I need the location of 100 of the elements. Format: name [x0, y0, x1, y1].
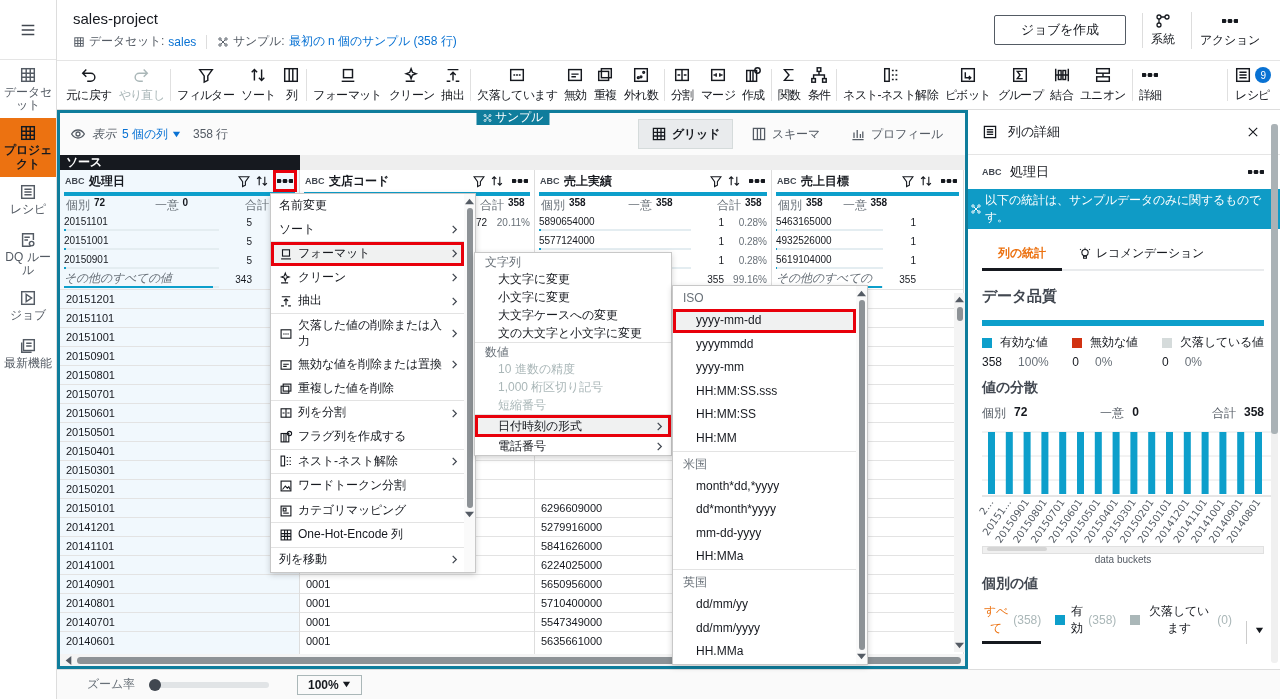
nav-item[interactable]: DQ ルール: [0, 224, 56, 284]
toolbar-button[interactable]: ソート: [238, 66, 279, 104]
vertical-scrollbar[interactable]: [1271, 124, 1278, 663]
lineage-button[interactable]: 系統: [1142, 12, 1183, 48]
sample-link[interactable]: 最初の n 個のサンプル (358 行): [288, 33, 457, 50]
toolbar-button[interactable]: 無効: [561, 66, 590, 104]
table-cell: 20140901: [60, 574, 299, 593]
sort-arrows-icon[interactable]: [255, 174, 269, 188]
toolbar-button[interactable]: フォーマット: [310, 66, 385, 104]
down-triangle-icon[interactable]: [955, 641, 964, 650]
down-triangle-icon[interactable]: [465, 510, 474, 519]
toolbar-button[interactable]: 関数: [774, 66, 804, 104]
menu-item[interactable]: 文の大文字と小文字に変更: [475, 324, 671, 342]
filter-icon[interactable]: [901, 174, 915, 188]
menu-item[interactable]: 小文字に変更: [475, 288, 671, 306]
up-triangle-icon[interactable]: [465, 197, 474, 206]
menu-item[interactable]: 大文字ケースへの変更: [475, 306, 671, 324]
menu-scrollbar[interactable]: [464, 194, 475, 572]
menu-item[interactable]: One-Hot-Encode 列: [271, 523, 464, 547]
more-icon[interactable]: [1248, 170, 1264, 174]
toolbar-button[interactable]: 元に戻す: [63, 66, 115, 104]
stat-label: 合計: [480, 197, 504, 214]
menu-item[interactable]: カテゴリマッピング: [271, 498, 464, 523]
nav-item[interactable]: プロジェクト: [0, 118, 56, 177]
create-job-button[interactable]: ジョブを作成: [994, 15, 1126, 45]
menu-item[interactable]: HH:MM:SS: [673, 403, 856, 427]
menu-item[interactable]: 電話番号: [475, 437, 671, 455]
table-cell: 0001: [300, 612, 534, 631]
nav-item[interactable]: 最新機能: [0, 331, 56, 380]
nav-item[interactable]: レシピ: [0, 176, 56, 225]
more-button[interactable]: [273, 170, 297, 192]
sample-label: サンプル:: [233, 33, 285, 50]
filter-icon[interactable]: [237, 174, 251, 188]
tab[interactable]: レコメンデーション: [1062, 239, 1220, 271]
toolbar-button[interactable]: 重複: [590, 66, 620, 104]
down-triangle-icon[interactable]: [857, 651, 866, 661]
view-tab[interactable]: スキーマ: [739, 119, 832, 149]
menu-item[interactable]: 名前変更: [271, 194, 464, 218]
menu-item[interactable]: yyyy-mm-dd: [673, 309, 856, 333]
sort-arrows-icon[interactable]: [727, 174, 741, 188]
source-label: ソース: [60, 155, 300, 170]
dropdown-button[interactable]: [1246, 621, 1264, 644]
toolbar-button[interactable]: 結合: [1047, 66, 1076, 104]
histogram-bar: [1041, 432, 1049, 494]
menu-item[interactable]: ワードトークン分割: [271, 474, 464, 498]
toolbar-button[interactable]: ユニオン: [1077, 66, 1129, 104]
toolbar-button[interactable]: 列: [279, 66, 304, 104]
toolbar-button[interactable]: グループ: [994, 66, 1047, 104]
toolbar-button[interactable]: 欠落しています: [474, 66, 561, 104]
view-tab[interactable]: プロフィール: [838, 119, 955, 149]
zoom-slider[interactable]: [149, 681, 269, 688]
nav-item[interactable]: ジョブ: [0, 283, 56, 332]
view-tab[interactable]: グリッド: [638, 119, 733, 149]
top-value: 20150901: [64, 252, 110, 266]
menu-item[interactable]: yyyymmdd: [673, 332, 856, 357]
menu-item[interactable]: 日付時刻の形式: [475, 415, 671, 437]
menu-item[interactable]: ソート: [271, 217, 464, 242]
toolbar-button[interactable]: ピボット: [941, 66, 994, 104]
dataset-link[interactable]: sales: [168, 34, 197, 49]
actions-button[interactable]: アクション: [1191, 11, 1268, 49]
up-triangle-icon[interactable]: [955, 295, 964, 304]
toolbar-button[interactable]: クリーン: [385, 66, 438, 104]
toolbar-button[interactable]: 外れ数: [620, 66, 661, 104]
recipe-button[interactable]: 9 レシピ: [1231, 66, 1274, 104]
menu-item[interactable]: 大文字に変更: [475, 270, 671, 288]
menu-item[interactable]: yyyy-mm: [673, 356, 856, 380]
column-name: 売上目標: [800, 172, 849, 190]
vertical-scrollbar[interactable]: [954, 293, 965, 652]
nodes-icon: [970, 203, 982, 215]
toolbar-button[interactable]: 分割: [667, 66, 697, 104]
menu-item[interactable]: フォーマット: [271, 242, 464, 266]
menu-item[interactable]: month*dd,*yyyy: [673, 474, 856, 499]
zoom-dropdown[interactable]: 100%: [297, 674, 362, 695]
chart-scrollbar[interactable]: [982, 546, 1264, 554]
type-label: ABC: [65, 176, 85, 186]
menu-item[interactable]: HH:MM:SS.sss: [673, 379, 856, 404]
sort-arrows-icon[interactable]: [919, 174, 933, 188]
toolbar-button[interactable]: 詳細: [1135, 66, 1165, 104]
columns-dropdown[interactable]: 5 個の列: [122, 125, 181, 143]
stat-label: 個別: [541, 197, 565, 214]
toolbar-button[interactable]: フィルター: [174, 66, 238, 104]
menu-item[interactable]: クリーン: [271, 265, 464, 290]
toolbar-button[interactable]: 抽出: [438, 66, 468, 104]
up-triangle-icon[interactable]: [857, 289, 866, 298]
slider-thumb[interactable]: [149, 678, 161, 691]
nav-item[interactable]: データセット: [0, 60, 56, 119]
left-triangle-icon[interactable]: [64, 655, 73, 665]
sort-arrows-icon[interactable]: [490, 174, 504, 188]
menu-item[interactable]: 列を移動: [271, 547, 464, 572]
table-cell: 0001: [300, 593, 534, 612]
menu-item[interactable]: ネスト-ネスト解除: [271, 449, 464, 474]
filter-icon[interactable]: [472, 174, 486, 188]
menu-scrollbar[interactable]: [856, 286, 867, 664]
toolbar-button[interactable]: ネスト-ネスト解除: [840, 66, 941, 104]
close-button[interactable]: [1246, 125, 1260, 139]
toolbar-button[interactable]: マージ: [697, 66, 738, 104]
filter-icon[interactable]: [709, 174, 723, 188]
toolbar-button[interactable]: 作成: [738, 66, 768, 104]
toolbar-button[interactable]: 条件: [804, 66, 834, 104]
menu-item[interactable]: HH:MM: [673, 426, 856, 451]
